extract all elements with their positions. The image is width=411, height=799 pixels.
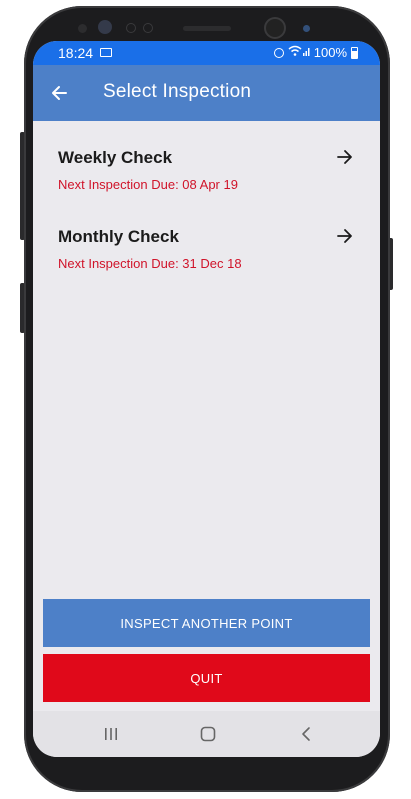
arrow-right-icon xyxy=(337,150,352,164)
screen: 18:24 100% Select Inspection Weekly Chec… xyxy=(33,41,380,757)
system-nav-bar xyxy=(33,711,380,757)
arrow-right-icon xyxy=(337,229,352,243)
home-icon xyxy=(200,726,216,742)
home-button[interactable] xyxy=(193,721,223,747)
nav-back-button[interactable] xyxy=(291,721,321,747)
led-icon xyxy=(303,25,310,32)
wifi-signal-icon xyxy=(288,45,310,60)
battery-percent: 100% xyxy=(313,45,347,60)
inspection-title: Weekly Check xyxy=(58,148,173,167)
inspection-title: Monthly Check xyxy=(58,227,179,246)
proximity-sensor-icon xyxy=(78,24,87,33)
inspection-list: Weekly Check Next Inspection Due: 08 Apr… xyxy=(33,121,380,279)
back-button[interactable] xyxy=(45,79,73,107)
recents-icon xyxy=(105,728,117,740)
page-title: Select Inspection xyxy=(103,81,252,102)
back-arrow-icon xyxy=(52,86,67,100)
inspection-due-date: Next Inspection Due: 31 Dec 18 xyxy=(58,256,242,271)
quit-button[interactable]: QUIT xyxy=(43,654,370,702)
status-time: 18:24 xyxy=(58,45,94,61)
inspection-item-weekly[interactable]: Weekly Check Next Inspection Due: 08 Apr… xyxy=(33,121,380,200)
iris-sensor-icon xyxy=(98,20,112,34)
recents-button[interactable] xyxy=(96,721,126,747)
front-camera-icon xyxy=(266,19,284,37)
inspection-item-monthly[interactable]: Monthly Check Next Inspection Due: 31 De… xyxy=(33,200,380,279)
sensor-icon xyxy=(144,24,152,32)
message-icon xyxy=(100,48,112,57)
status-icons: 100% xyxy=(273,45,358,60)
back-icon xyxy=(302,727,310,741)
inspect-another-point-button[interactable]: INSPECT ANOTHER POINT xyxy=(43,599,370,647)
alarm-icon xyxy=(273,47,284,58)
inspection-due-date: Next Inspection Due: 08 Apr 19 xyxy=(58,177,238,192)
app-bar: Select Inspection xyxy=(33,65,380,121)
status-bar: 18:24 100% xyxy=(33,41,380,65)
earpiece-speaker xyxy=(183,26,231,31)
sensor-icon xyxy=(127,24,135,32)
battery-icon xyxy=(351,46,358,59)
